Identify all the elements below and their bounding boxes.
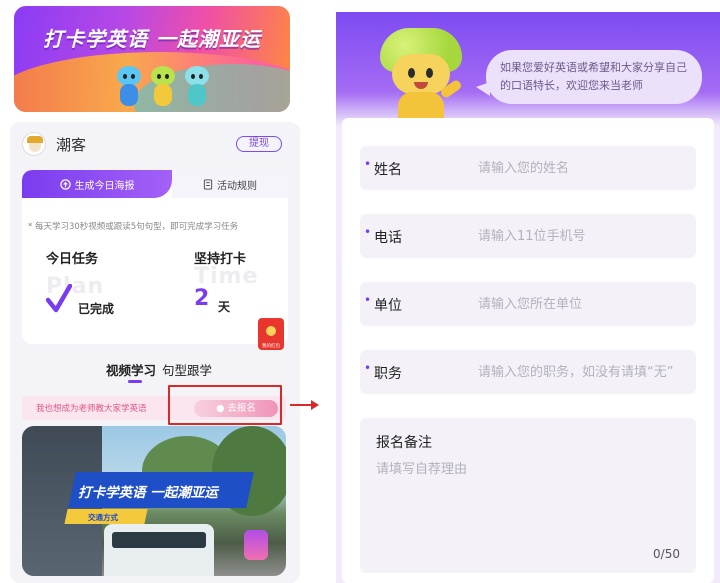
phone-input[interactable] (478, 224, 688, 248)
checkmark-icon (46, 284, 72, 313)
task-panel: 生成今日海报 活动规则 * 每天学习30秒视频或跟读5句句型，即可完成学习任务 … (22, 170, 288, 344)
red-packet-label: 我的红包 (262, 344, 280, 349)
withdraw-button[interactable]: 提现 (236, 136, 282, 152)
arrow-head-icon (311, 400, 319, 410)
required-marker: • (364, 157, 372, 171)
bus-window (112, 532, 206, 548)
phone-label: 电话 (374, 230, 402, 246)
mascot-illustration (114, 66, 144, 112)
user-row: 潮客 (22, 132, 86, 156)
username: 潮客 (56, 135, 87, 154)
position-input[interactable] (478, 360, 688, 384)
character-counter: 0/50 (653, 547, 680, 561)
mascot-illustration (376, 28, 466, 124)
name-field: • 姓名 (360, 146, 696, 190)
required-marker: • (364, 361, 372, 375)
video-tag: 交通方式 (88, 513, 118, 522)
red-packet-icon[interactable]: 我的红包 (258, 318, 284, 350)
teacher-signup-page: 如果您爱好英语或希望和大家分享自己的口语特长，欢迎您来当老师 • 姓名 • 电话… (336, 12, 720, 583)
banner-title: 打卡学英语 一起潮亚运 (43, 27, 261, 51)
today-task-title: 今日任务 (46, 252, 99, 267)
remark-textarea[interactable] (376, 458, 676, 538)
tab-activity-rules-label: 活动规则 (217, 180, 257, 192)
tab-generate-poster-label: 生成今日海报 (74, 180, 135, 192)
screenshot-stage: 打卡学英语 一起潮亚运 潮客 提现 生成今日海报 活动规则 * 每天学习30秒视… (0, 0, 720, 583)
active-tab-indicator (128, 380, 142, 383)
position-field: • 职务 (360, 350, 696, 394)
mascot-illustration (148, 66, 178, 112)
checkin-page: 打卡学英语 一起潮亚运 潮客 提现 生成今日海报 活动规则 * 每天学习30秒视… (0, 0, 310, 583)
organization-field: • 单位 (360, 282, 696, 326)
name-label: 姓名 (374, 162, 402, 178)
remark-label: 报名备注 (376, 435, 432, 451)
arrow-annotation (290, 404, 312, 406)
tab-activity-rules[interactable]: 活动规则 (172, 170, 288, 198)
user-card: 潮客 提现 生成今日海报 活动规则 * 每天学习30秒视频或跟读5句句型，即可完… (10, 122, 300, 583)
name-input[interactable] (478, 156, 688, 180)
document-icon (203, 178, 213, 190)
speech-bubble: 如果您爱好英语或希望和大家分享自己的口语特长，欢迎您来当老师 (486, 50, 702, 104)
tab-video-learning[interactable]: 视频学习 (106, 360, 156, 379)
streak-days-unit: 天 (218, 300, 231, 314)
poster-icon (59, 178, 71, 190)
task-instructions: * 每天学习30秒视频或跟读5句句型，即可完成学习任务 (28, 222, 239, 232)
teacher-signup-text: 我也想成为老师教大家学英语 (36, 404, 147, 414)
organization-label: 单位 (374, 298, 402, 314)
tab-generate-poster[interactable]: 生成今日海报 (22, 170, 172, 198)
avatar[interactable] (22, 132, 46, 156)
mascot-illustration (182, 66, 212, 112)
organization-input[interactable] (478, 292, 688, 316)
mascot-sticker (244, 530, 268, 560)
remark-field: 报名备注 0/50 (360, 418, 696, 573)
task-status: 已完成 (78, 302, 115, 316)
phone-field: • 电话 (360, 214, 696, 258)
event-banner[interactable]: 打卡学英语 一起潮亚运 (14, 6, 290, 112)
signup-form: • 姓名 • 电话 • 单位 • 职务 报名备注 0/ (342, 118, 714, 583)
position-label: 职务 (374, 366, 402, 382)
required-marker: • (364, 225, 372, 239)
required-marker: • (364, 293, 372, 307)
highlight-annotation-box (168, 385, 282, 425)
streak-days-count: 2 (194, 286, 210, 311)
streak-title: 坚持打卡 (194, 252, 247, 267)
video-thumbnail[interactable]: 打卡学英语 一起潮亚运 交通方式 (22, 426, 286, 576)
tab-sentence-practice[interactable]: 句型跟学 (162, 360, 212, 379)
video-title: 打卡学英语 一起潮亚运 (78, 485, 218, 501)
